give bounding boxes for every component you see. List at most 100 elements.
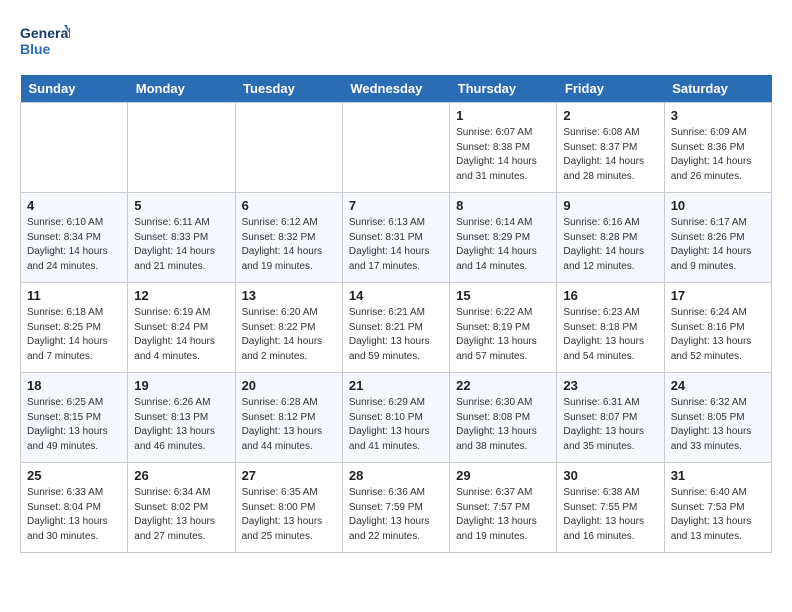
day-info: Sunrise: 6:16 AM Sunset: 8:28 PM Dayligh…	[563, 216, 657, 274]
day-info: Sunrise: 6:10 AM Sunset: 8:34 PM Dayligh…	[27, 216, 121, 274]
week-row-3: 11 Sunrise: 6:18 AM Sunset: 8:25 PM Dayli…	[21, 283, 772, 373]
day-number: 16	[563, 288, 657, 303]
day-number: 25	[27, 468, 121, 483]
day-number: 24	[671, 378, 765, 393]
calendar-cell: 1Sunrise: 6:07 AM Sunset: 8:38 PM Daylig…	[450, 103, 557, 193]
day-info: Sunrise: 6:30 AM Sunset: 8:08 PM Dayligh…	[456, 396, 550, 454]
calendar-cell: 14 Sunrise: 6:21 AM Sunset: 8:21 PM Dayli…	[342, 283, 449, 373]
day-number: 26	[134, 468, 228, 483]
day-info: Sunrise: 6:26 AM Sunset: 8:13 PM Dayligh…	[134, 396, 228, 454]
day-number: 28	[349, 468, 443, 483]
day-number: 27	[242, 468, 336, 483]
calendar-cell: 26 Sunrise: 6:34 AM Sunset: 8:02 PM Dayli…	[128, 463, 235, 553]
day-number: 6	[242, 198, 336, 213]
day-header-monday: Monday	[128, 75, 235, 103]
calendar-cell: 7 Sunrise: 6:13 AM Sunset: 8:31 PM Daylig…	[342, 193, 449, 283]
day-number: 10	[671, 198, 765, 213]
header-row: SundayMondayTuesdayWednesdayThursdayFrid…	[21, 75, 772, 103]
calendar-cell: 5Sunrise: 6:11 AM Sunset: 8:33 PM Daylig…	[128, 193, 235, 283]
calendar-cell: 6 Sunrise: 6:12 AM Sunset: 8:32 PM Daylig…	[235, 193, 342, 283]
day-info: Sunrise: 6:09 AM Sunset: 8:36 PM Dayligh…	[671, 126, 765, 184]
day-number: 9	[563, 198, 657, 213]
calendar-cell: 22 Sunrise: 6:30 AM Sunset: 8:08 PM Dayli…	[450, 373, 557, 463]
day-info: Sunrise: 6:33 AM Sunset: 8:04 PM Dayligh…	[27, 486, 121, 544]
calendar-cell: 28Sunrise: 6:36 AM Sunset: 7:59 PM Dayli…	[342, 463, 449, 553]
day-number: 4	[27, 198, 121, 213]
svg-text:Blue: Blue	[20, 41, 51, 57]
day-number: 20	[242, 378, 336, 393]
day-info: Sunrise: 6:25 AM Sunset: 8:15 PM Dayligh…	[27, 396, 121, 454]
svg-text:General: General	[20, 25, 70, 41]
day-info: Sunrise: 6:35 AM Sunset: 8:00 PM Dayligh…	[242, 486, 336, 544]
calendar-cell: 19 Sunrise: 6:26 AM Sunset: 8:13 PM Dayli…	[128, 373, 235, 463]
day-number: 31	[671, 468, 765, 483]
day-header-tuesday: Tuesday	[235, 75, 342, 103]
calendar-cell: 18 Sunrise: 6:25 AM Sunset: 8:15 PM Dayli…	[21, 373, 128, 463]
day-info: Sunrise: 6:37 AM Sunset: 7:57 PM Dayligh…	[456, 486, 550, 544]
day-number: 14	[349, 288, 443, 303]
day-info: Sunrise: 6:20 AM Sunset: 8:22 PM Dayligh…	[242, 306, 336, 364]
day-info: Sunrise: 6:32 AM Sunset: 8:05 PM Dayligh…	[671, 396, 765, 454]
day-info: Sunrise: 6:24 AM Sunset: 8:16 PM Dayligh…	[671, 306, 765, 364]
day-info: Sunrise: 6:19 AM Sunset: 8:24 PM Dayligh…	[134, 306, 228, 364]
day-number: 21	[349, 378, 443, 393]
week-row-5: 25 Sunrise: 6:33 AM Sunset: 8:04 PM Dayli…	[21, 463, 772, 553]
day-number: 11	[27, 288, 121, 303]
day-number: 19	[134, 378, 228, 393]
calendar-cell: 30 Sunrise: 6:38 AM Sunset: 7:55 PM Dayli…	[557, 463, 664, 553]
calendar-cell: 3 Sunrise: 6:09 AM Sunset: 8:36 PM Daylig…	[664, 103, 771, 193]
calendar-cell	[342, 103, 449, 193]
day-number: 1	[456, 108, 550, 123]
day-number: 3	[671, 108, 765, 123]
logo: General Blue	[20, 20, 70, 65]
day-header-sunday: Sunday	[21, 75, 128, 103]
calendar-cell: 29 Sunrise: 6:37 AM Sunset: 7:57 PM Dayli…	[450, 463, 557, 553]
day-number: 8	[456, 198, 550, 213]
calendar-cell	[235, 103, 342, 193]
day-number: 29	[456, 468, 550, 483]
calendar-cell: 12 Sunrise: 6:19 AM Sunset: 8:24 PM Dayli…	[128, 283, 235, 373]
day-number: 7	[349, 198, 443, 213]
day-info: Sunrise: 6:40 AM Sunset: 7:53 PM Dayligh…	[671, 486, 765, 544]
day-number: 17	[671, 288, 765, 303]
day-header-friday: Friday	[557, 75, 664, 103]
day-info: Sunrise: 6:34 AM Sunset: 8:02 PM Dayligh…	[134, 486, 228, 544]
calendar-cell: 13 Sunrise: 6:20 AM Sunset: 8:22 PM Dayli…	[235, 283, 342, 373]
day-header-thursday: Thursday	[450, 75, 557, 103]
day-number: 23	[563, 378, 657, 393]
calendar-cell: 11 Sunrise: 6:18 AM Sunset: 8:25 PM Dayli…	[21, 283, 128, 373]
day-number: 13	[242, 288, 336, 303]
day-info: Sunrise: 6:17 AM Sunset: 8:26 PM Dayligh…	[671, 216, 765, 274]
day-info: Sunrise: 6:21 AM Sunset: 8:21 PM Dayligh…	[349, 306, 443, 364]
calendar-cell: 25 Sunrise: 6:33 AM Sunset: 8:04 PM Dayli…	[21, 463, 128, 553]
week-row-1: 1Sunrise: 6:07 AM Sunset: 8:38 PM Daylig…	[21, 103, 772, 193]
calendar-cell: 27 Sunrise: 6:35 AM Sunset: 8:00 PM Dayli…	[235, 463, 342, 553]
calendar-cell: 21 Sunrise: 6:29 AM Sunset: 8:10 PM Dayli…	[342, 373, 449, 463]
calendar-cell: 17 Sunrise: 6:24 AM Sunset: 8:16 PM Dayli…	[664, 283, 771, 373]
calendar-cell: 31 Sunrise: 6:40 AM Sunset: 7:53 PM Dayli…	[664, 463, 771, 553]
calendar-cell: 24 Sunrise: 6:32 AM Sunset: 8:05 PM Dayli…	[664, 373, 771, 463]
day-info: Sunrise: 6:08 AM Sunset: 8:37 PM Dayligh…	[563, 126, 657, 184]
day-number: 12	[134, 288, 228, 303]
day-number: 18	[27, 378, 121, 393]
day-info: Sunrise: 6:12 AM Sunset: 8:32 PM Dayligh…	[242, 216, 336, 274]
day-number: 30	[563, 468, 657, 483]
page-header: General Blue	[20, 20, 772, 65]
day-info: Sunrise: 6:22 AM Sunset: 8:19 PM Dayligh…	[456, 306, 550, 364]
calendar-cell: 20Sunrise: 6:28 AM Sunset: 8:12 PM Dayli…	[235, 373, 342, 463]
calendar-cell: 23 Sunrise: 6:31 AM Sunset: 8:07 PM Dayli…	[557, 373, 664, 463]
day-number: 5	[134, 198, 228, 213]
calendar-cell: 2 Sunrise: 6:08 AM Sunset: 8:37 PM Daylig…	[557, 103, 664, 193]
calendar-cell: 16 Sunrise: 6:23 AM Sunset: 8:18 PM Dayli…	[557, 283, 664, 373]
calendar-cell: 9 Sunrise: 6:16 AM Sunset: 8:28 PM Daylig…	[557, 193, 664, 283]
calendar-cell: 8Sunrise: 6:14 AM Sunset: 8:29 PM Daylig…	[450, 193, 557, 283]
day-number: 22	[456, 378, 550, 393]
day-info: Sunrise: 6:29 AM Sunset: 8:10 PM Dayligh…	[349, 396, 443, 454]
day-info: Sunrise: 6:31 AM Sunset: 8:07 PM Dayligh…	[563, 396, 657, 454]
calendar-cell: 10 Sunrise: 6:17 AM Sunset: 8:26 PM Dayli…	[664, 193, 771, 283]
day-number: 2	[563, 108, 657, 123]
day-info: Sunrise: 6:23 AM Sunset: 8:18 PM Dayligh…	[563, 306, 657, 364]
day-info: Sunrise: 6:38 AM Sunset: 7:55 PM Dayligh…	[563, 486, 657, 544]
day-info: Sunrise: 6:13 AM Sunset: 8:31 PM Dayligh…	[349, 216, 443, 274]
day-info: Sunrise: 6:18 AM Sunset: 8:25 PM Dayligh…	[27, 306, 121, 364]
